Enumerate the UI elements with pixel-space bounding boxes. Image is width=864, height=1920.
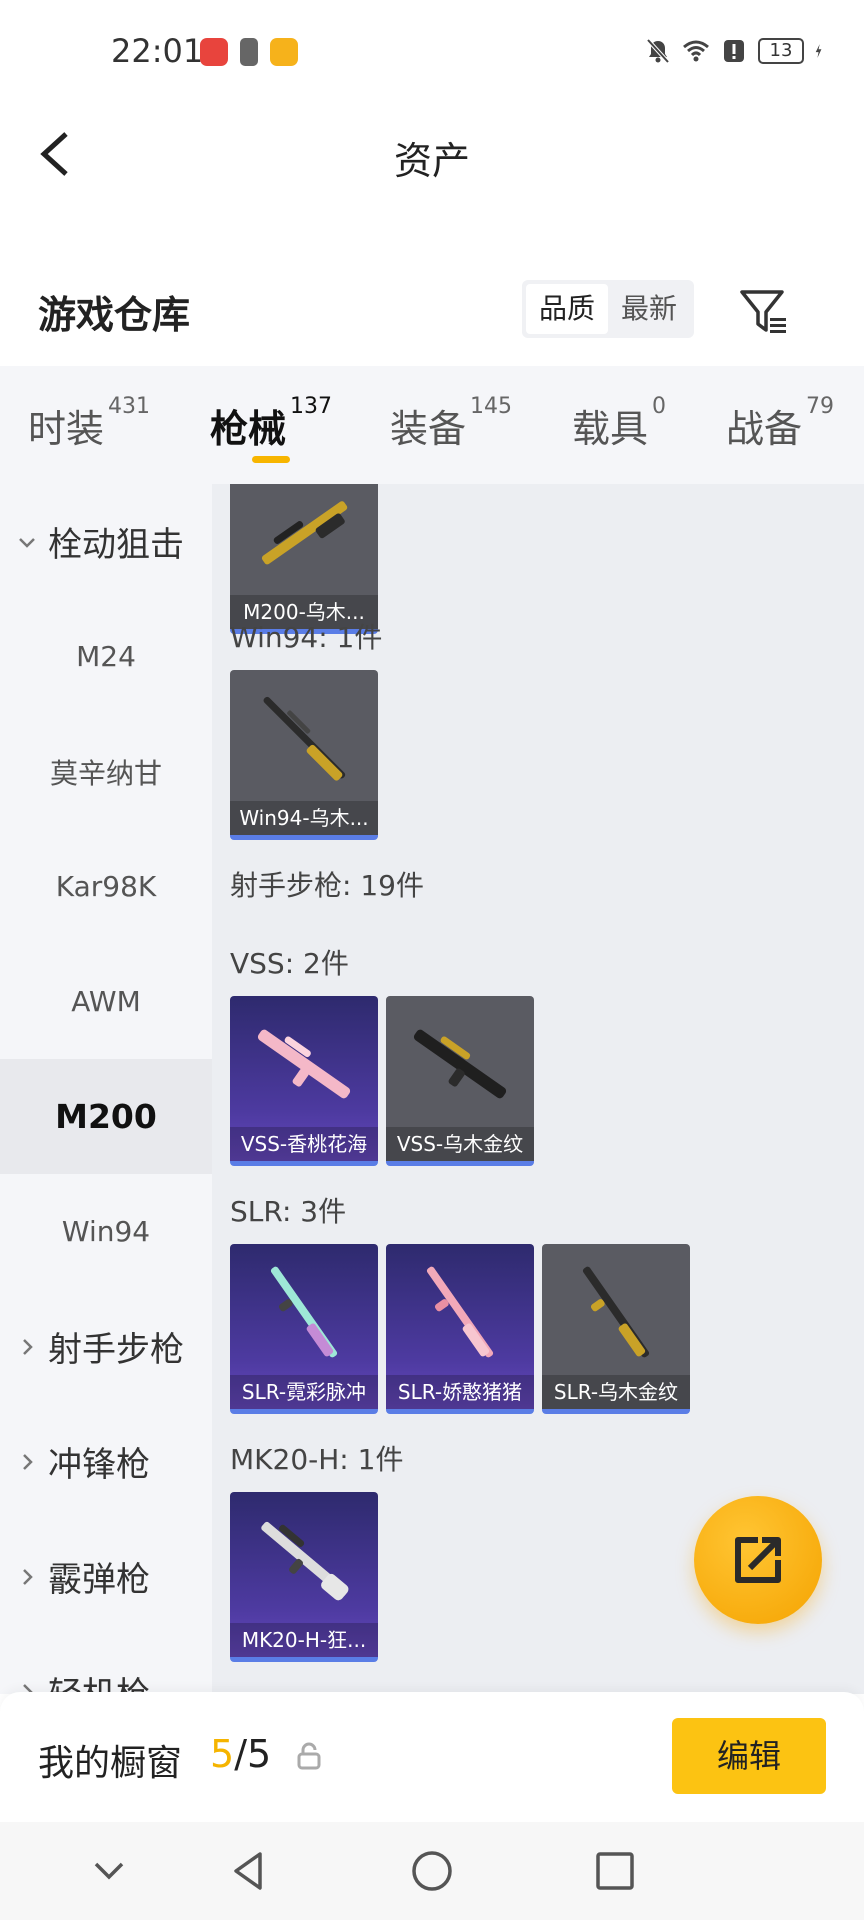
share-icon: [735, 1537, 781, 1583]
tab-supplies[interactable]: 战备79: [726, 394, 834, 453]
weapon-card[interactable]: M200-乌木...: [230, 484, 378, 634]
section-label: VSS: 2件: [230, 947, 349, 980]
section-label: MK20-H: 1件: [230, 1443, 404, 1476]
sidebar-item-m24[interactable]: M24: [0, 599, 212, 714]
sidebar-group-marksman[interactable]: 射手步枪: [0, 1289, 212, 1404]
showcase-count: 5/5: [210, 1732, 272, 1776]
game-app-icon: [270, 38, 298, 66]
sidebar-group-shotgun[interactable]: 霰弹枪: [0, 1519, 212, 1634]
weapon-card[interactable]: VSS-乌木金纹: [386, 996, 534, 1166]
nav-home-icon[interactable]: [407, 1846, 457, 1896]
weapon-card[interactable]: Win94-乌木...: [230, 670, 378, 840]
category-tabs: 时装431 枪械137 装备145 载具0 战备79: [0, 366, 864, 484]
battery-indicator: 13: [758, 38, 804, 64]
tab-firearms[interactable]: 枪械137: [210, 394, 332, 453]
page-title: 资产: [393, 139, 470, 183]
rifle-icon: [270, 1266, 338, 1358]
weapon-card[interactable]: SLR-娇憨猪猪: [386, 1244, 534, 1414]
wifi-icon: [683, 40, 709, 62]
status-bar: 22:01 13: [0, 0, 864, 104]
sidebar-item-kar98k[interactable]: Kar98K: [0, 829, 212, 944]
mute-bell-icon: [646, 38, 670, 64]
sidebar-item-mosin[interactable]: 莫辛纳甘: [0, 714, 212, 829]
charging-icon: [815, 44, 822, 58]
rifle-icon: [582, 1266, 650, 1358]
chevron-down-icon[interactable]: [84, 1846, 134, 1896]
weapon-card[interactable]: MK20-H-狂...: [230, 1492, 378, 1662]
showcase-panel: 我的橱窗 5/5 编辑: [0, 1692, 864, 1822]
active-tab-indicator: [252, 456, 290, 463]
nav-back-icon[interactable]: [224, 1846, 274, 1896]
nav-recents-icon[interactable]: [590, 1846, 640, 1896]
showcase-title: 我的橱窗: [38, 1743, 183, 1784]
chevron-right-icon: [23, 1338, 33, 1355]
tab-vehicles[interactable]: 载具0: [572, 394, 666, 453]
app-header: 资产: [0, 104, 864, 204]
chevron-down-icon: [19, 537, 35, 548]
section-label: SLR: 3件: [230, 1195, 347, 1228]
sidebar-item-m200[interactable]: M200: [0, 1059, 212, 1174]
system-nav-bar: [0, 1822, 864, 1920]
rifle-icon: [257, 1029, 351, 1099]
warehouse-title: 游戏仓库: [38, 293, 191, 337]
edit-button[interactable]: 编辑: [672, 1718, 826, 1794]
chevron-right-icon: [23, 1453, 33, 1470]
section-label: Win94: 1件: [230, 621, 383, 654]
app-notification-icon: [200, 38, 228, 66]
status-icons: 13: [644, 34, 830, 68]
sort-quality-button[interactable]: 品质: [526, 284, 608, 334]
rifle-icon: [426, 1266, 494, 1358]
rifle-icon: [263, 696, 346, 781]
share-button[interactable]: [694, 1496, 822, 1624]
sidebar-group-lmg[interactable]: 轻机枪: [0, 1634, 212, 1694]
sidebar-item-awm[interactable]: AWM: [0, 944, 212, 1059]
weapon-card[interactable]: SLR-乌木金纹: [542, 1244, 690, 1414]
sidebar-group-bolt-action[interactable]: 栓动狙击: [0, 484, 212, 599]
rifle-icon: [413, 1029, 507, 1099]
tab-equipment[interactable]: 装备145: [390, 394, 512, 453]
chevron-right-icon: [23, 1568, 33, 1585]
battery-saver-icon: [240, 38, 258, 66]
tab-fashion[interactable]: 时装431: [28, 394, 150, 453]
weapon-sidebar: 栓动狙击 M24 莫辛纳甘 Kar98K AWM M200 Win94 射手步枪…: [0, 484, 212, 1694]
warehouse-bar: 游戏仓库 品质 最新: [0, 260, 864, 366]
weapon-card[interactable]: VSS-香桃花海: [230, 996, 378, 1166]
sidebar-group-smg[interactable]: 冲锋枪: [0, 1404, 212, 1519]
section-label: 射手步枪: 19件: [230, 869, 424, 902]
alert-icon: [724, 40, 744, 62]
rifle-icon: [261, 1521, 349, 1601]
sort-toggle: 品质 最新: [522, 280, 694, 338]
lock-icon: [297, 1742, 321, 1770]
status-time: 22:01: [111, 32, 204, 70]
filter-icon[interactable]: [738, 286, 790, 338]
sidebar-item-win94[interactable]: Win94: [0, 1174, 212, 1289]
sort-latest-button[interactable]: 最新: [608, 284, 690, 334]
sniper-rifle-icon: [261, 501, 348, 565]
weapon-card[interactable]: SLR-霓彩脉冲: [230, 1244, 378, 1414]
